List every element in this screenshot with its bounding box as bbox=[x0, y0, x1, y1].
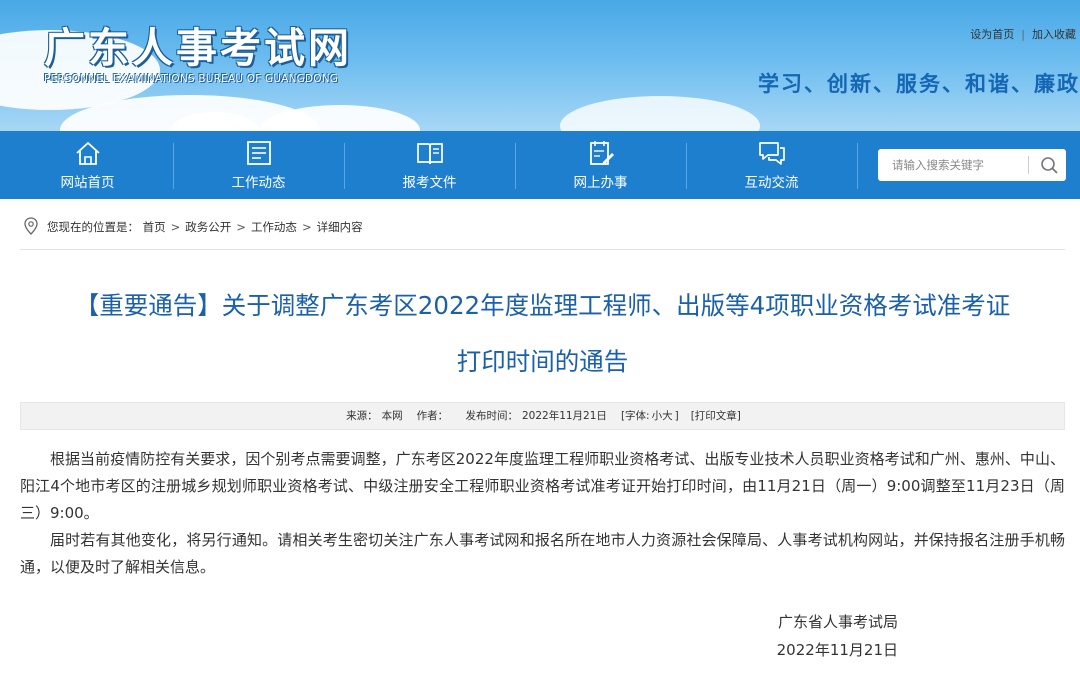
breadcrumb-separator: > bbox=[170, 220, 181, 234]
nav-item-home[interactable]: 网站首页 bbox=[2, 131, 173, 199]
top-links-separator: | bbox=[1021, 28, 1025, 41]
nav-item-label: 网站首页 bbox=[60, 175, 115, 191]
breadcrumb-trail: 您现在的位置是： 首页 > 政务公开 > 工作动态 > 详细内容 bbox=[47, 219, 363, 235]
print-article-link[interactable]: [打印文章] bbox=[691, 410, 741, 422]
search-divider bbox=[1028, 156, 1029, 174]
nav-item-label: 网上办事 bbox=[573, 175, 628, 191]
nav-item-label: 工作动态 bbox=[231, 175, 286, 191]
meta-author-label: 作者： bbox=[416, 410, 449, 422]
meta-date: 2022年11月21日 bbox=[521, 410, 607, 422]
top-links: 设为首页 | 加入收藏 bbox=[970, 26, 1076, 42]
article-title-line2: 打印时间的通告 bbox=[456, 347, 629, 376]
search-box bbox=[878, 149, 1066, 181]
home-icon bbox=[75, 142, 100, 165]
breadcrumb-work-news[interactable]: 工作动态 bbox=[251, 220, 297, 234]
nav-item-exam-docs[interactable]: 报考文件 bbox=[344, 131, 515, 199]
breadcrumb-prefix: 您现在的位置是： bbox=[47, 220, 139, 234]
article-meta-bar: 来源： 本网 作者： 发布时间： 2022年11月21日 [字体: 小大] [打印文章… bbox=[20, 402, 1065, 430]
meta-date-label: 发布时间： bbox=[465, 410, 518, 422]
site-subtitle: PERSONNEL EXAMINATIONS BUREAU OF GUANGDO… bbox=[44, 73, 339, 85]
breadcrumb-home[interactable]: 首页 bbox=[143, 220, 166, 234]
bookmark-link[interactable]: 加入收藏 bbox=[1032, 28, 1076, 41]
list-board-icon bbox=[246, 141, 271, 165]
slogan: 学习、创新、服务、和谐、廉政 bbox=[758, 72, 1080, 96]
breadcrumb-current: 详细内容 bbox=[316, 220, 363, 234]
search-input[interactable] bbox=[878, 149, 1038, 181]
clipboard-pen-icon bbox=[589, 141, 614, 165]
breadcrumb-gov-affairs[interactable]: 政务公开 bbox=[185, 220, 231, 234]
article-signature: 广东省人事考试局 2022年11月21日 bbox=[20, 608, 898, 664]
nav-item-work-news[interactable]: 工作动态 bbox=[173, 131, 344, 199]
header-banner: 广东人事考试网 PERSONNEL EXAMINATIONS BUREAU OF… bbox=[0, 0, 1080, 131]
nav-item-label: 互动交流 bbox=[744, 175, 799, 191]
article-title: 【重要通告】关于调整广东考区2022年度监理工程师、出版等4项职业资格考试准考证… bbox=[20, 278, 1065, 390]
location-pin-icon bbox=[24, 217, 38, 235]
meta-font-close: ] bbox=[674, 410, 679, 422]
site-title: 广东人事考试网 bbox=[44, 24, 352, 72]
search-icon bbox=[1041, 157, 1058, 174]
search-button[interactable] bbox=[1032, 149, 1066, 181]
nav-item-interaction[interactable]: 互动交流 bbox=[686, 131, 857, 199]
nav-item-label: 报考文件 bbox=[402, 175, 457, 191]
nav-item-online-services[interactable]: 网上办事 bbox=[515, 131, 686, 199]
meta-font-label: [字体: bbox=[620, 410, 650, 422]
breadcrumb-separator: > bbox=[236, 220, 246, 234]
breadcrumb: 您现在的位置是： 首页 > 政务公开 > 工作动态 > 详细内容 bbox=[20, 214, 1065, 240]
nav-divider bbox=[857, 143, 858, 189]
article-body: 根据当前疫情防控有关要求，因个别考点需要调整，广东考区2022年度监理工程师职业… bbox=[20, 446, 1065, 581]
open-book-icon bbox=[416, 143, 443, 165]
chat-bubbles-icon bbox=[758, 142, 785, 165]
signature-date: 2022年11月21日 bbox=[776, 641, 898, 659]
article-title-line1: 【重要通告】关于调整广东考区2022年度监理工程师、出版等4项职业资格考试准考证 bbox=[74, 291, 1011, 320]
cloud-decoration bbox=[560, 96, 760, 131]
breadcrumb-divider bbox=[20, 249, 1065, 250]
signature-org: 广东省人事考试局 bbox=[777, 613, 898, 631]
font-large-link[interactable]: 大 bbox=[662, 410, 673, 422]
article-paragraph: 根据当前疫情防控有关要求，因个别考点需要调整，广东考区2022年度监理工程师职业… bbox=[20, 450, 1065, 522]
article-paragraph: 届时若有其他变化，将另行通知。请相关考生密切关注广东人事考试网和报名所在地市人力… bbox=[20, 531, 1065, 576]
breadcrumb-separator: > bbox=[301, 220, 312, 234]
meta-source-label: 来源： bbox=[346, 410, 378, 422]
font-small-link[interactable]: 小 bbox=[652, 410, 663, 422]
meta-source: 本网 bbox=[381, 410, 403, 422]
set-home-link[interactable]: 设为首页 bbox=[970, 28, 1014, 41]
